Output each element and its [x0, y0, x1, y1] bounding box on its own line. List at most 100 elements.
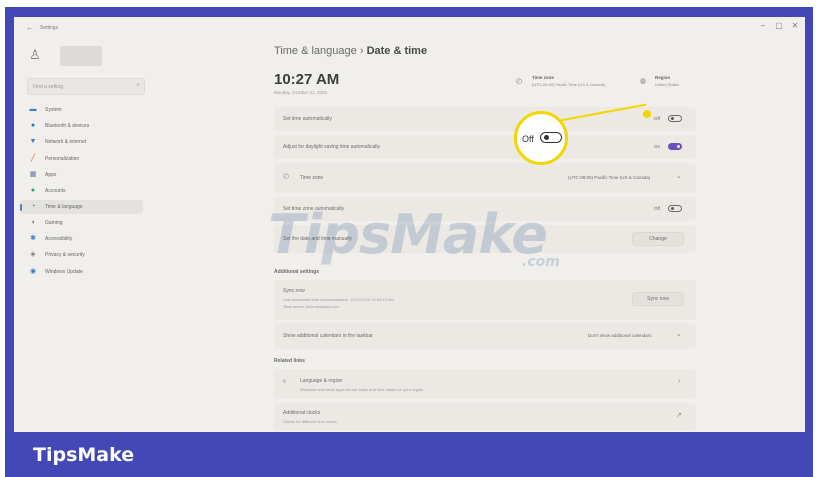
gamepad-icon: ◖ — [30, 219, 36, 226]
timezone-value: (UTC-08:00) Pacific Time (US & Canada) — [532, 82, 606, 87]
brush-icon: ╱ — [30, 155, 36, 162]
sidebar-item-accounts[interactable]: ● Accounts — [20, 184, 143, 198]
additional-clocks-label: Additional clocks — [283, 410, 321, 416]
current-date: Monday, October 31, 2022 — [274, 90, 327, 95]
search-icon: ⌕ — [136, 82, 140, 88]
page-title: Date & time — [366, 45, 428, 57]
callout-label: Off — [522, 134, 534, 144]
additional-calendars-dropdown[interactable]: Don't show additional calendars — [588, 333, 651, 338]
zoom-callout: Off — [514, 111, 568, 165]
close-button[interactable]: ✕ — [788, 21, 802, 30]
sync-now-row: Sync now Last successful time synchroniz… — [274, 280, 696, 320]
footer-brand: TipsMake — [33, 444, 135, 466]
shield-icon: ◈ — [30, 251, 36, 258]
additional-clocks-link[interactable]: Additional clocks Clocks for different t… — [274, 403, 696, 431]
footer-banner: TipsMake — [5, 432, 813, 477]
chevron-down-icon: ⌄ — [676, 331, 682, 338]
sidebar-item-gaming[interactable]: ◖ Gaming — [20, 216, 143, 230]
user-avatar-icon[interactable]: ♙ — [27, 47, 43, 63]
daylight-saving-row: Adjust for daylight saving time automati… — [274, 135, 696, 159]
set-time-automatically-label: Set time automatically — [283, 116, 332, 122]
region-value: United States — [655, 82, 680, 87]
sidebar-item-personalization[interactable]: ╱ Personalization — [20, 152, 143, 166]
watermark-text: TipsMake — [268, 203, 548, 266]
sidebar-item-label: Gaming — [45, 220, 63, 226]
sidebar-item-windows-update[interactable]: ◉ Windows Update — [20, 265, 143, 279]
language-region-link[interactable]: ᵃ Language & region Windows and some app… — [274, 369, 696, 399]
related-links-heading: Related links — [274, 358, 305, 364]
region-heading: Region — [655, 75, 671, 80]
back-arrow-icon[interactable]: ← — [26, 23, 34, 32]
set-time-automatically-row: Set time automatically Off — [274, 107, 696, 131]
breadcrumb-parent[interactable]: Time & language — [274, 45, 357, 57]
daylight-saving-label: Adjust for daylight saving time automati… — [283, 144, 380, 150]
watermark-logo: TipsMake — [268, 203, 548, 266]
sidebar-item-bluetooth[interactable]: ● Bluetooth & devices — [20, 119, 143, 133]
callout-toggle-off — [540, 132, 562, 143]
maximize-button[interactable]: ▢ — [772, 21, 786, 30]
sidebar-item-label: Network & internet — [45, 139, 87, 145]
additional-calendars-row: Show additional calendars in the taskbar… — [274, 323, 696, 349]
sidebar: ♙ Find a setting ⌕ ▬ System ● Bluetooth … — [14, 39, 149, 432]
additional-settings-heading: Additional settings — [274, 269, 319, 275]
language-region-desc: Windows and some apps format dates and t… — [300, 387, 424, 392]
toggle-state-label: Off — [654, 116, 660, 121]
time-zone-dropdown[interactable]: (UTC-08:00) Pacific Time (US & Canada) — [568, 175, 650, 180]
sidebar-item-label: Windows Update — [45, 269, 83, 275]
title-bar: ← Settings – ▢ ✕ — [14, 17, 805, 39]
language-region-label: Language & region — [300, 378, 343, 384]
language-icon: ᵃ — [283, 379, 286, 386]
person-icon: ● — [30, 187, 36, 194]
last-sync-text: Last successful time synchronization: 10… — [283, 297, 394, 302]
globe-icon: ◍ — [640, 78, 647, 85]
toggle-state-label: Off — [654, 206, 660, 211]
clock-globe-icon: ◴ — [516, 78, 523, 85]
user-name-blurred — [60, 46, 102, 66]
watermark-domain: .com — [522, 254, 560, 270]
sidebar-item-apps[interactable]: ▦ Apps — [20, 168, 143, 182]
frame-border-right — [805, 7, 813, 437]
time-zone-label: Time zone — [300, 175, 324, 181]
sync-now-button[interactable]: Sync now — [632, 292, 684, 306]
change-button[interactable]: Change — [632, 232, 684, 246]
chevron-right-icon: › — [678, 378, 681, 385]
search-input[interactable]: Find a setting ⌕ — [27, 78, 145, 95]
sidebar-item-accessibility[interactable]: ✱ Accessibility — [20, 232, 143, 246]
callout-pointer-dot — [643, 110, 651, 118]
additional-clocks-desc: Clocks for different time zones — [283, 419, 337, 424]
external-link-icon: ↗ — [676, 412, 682, 419]
current-time: 10:27 AM — [274, 71, 340, 88]
breadcrumb-separator: › — [359, 45, 364, 57]
minimize-button[interactable]: – — [756, 21, 770, 30]
clock-globe-icon: ◴ — [283, 173, 290, 180]
set-time-automatically-toggle[interactable] — [668, 115, 682, 122]
sidebar-item-label: Privacy & security — [45, 252, 85, 258]
window-title: Settings — [40, 25, 59, 31]
frame-border-top — [5, 7, 813, 17]
sidebar-item-system[interactable]: ▬ System — [20, 103, 143, 117]
set-time-zone-automatically-toggle[interactable] — [668, 205, 682, 212]
sync-now-label: Sync now — [283, 288, 305, 294]
daylight-saving-toggle[interactable] — [668, 143, 682, 150]
active-indicator — [20, 204, 22, 211]
sidebar-item-network[interactable]: ▼ Network & internet — [20, 135, 143, 149]
screenshot-frame: ← Settings – ▢ ✕ ♙ Find a setting ⌕ ▬ Sy… — [0, 0, 818, 477]
sidebar-item-label: Apps — [45, 172, 57, 178]
sidebar-item-time-language[interactable]: ◔ Time & language — [20, 200, 143, 214]
additional-calendars-label: Show additional calendars in the taskbar — [283, 333, 373, 339]
globe-clock-icon: ◔ — [30, 203, 36, 210]
update-icon: ◉ — [29, 268, 37, 275]
sidebar-item-privacy[interactable]: ◈ Privacy & security — [20, 248, 143, 262]
time-zone-row: ◴ Time zone (UTC-08:00) Pacific Time (US… — [274, 163, 696, 193]
monitor-icon: ▬ — [29, 106, 37, 113]
sidebar-item-label: Bluetooth & devices — [45, 123, 90, 129]
toggle-state-label: On — [654, 144, 661, 149]
search-placeholder: Find a setting — [33, 84, 64, 90]
accessibility-icon: ✱ — [30, 235, 36, 242]
sidebar-item-label: Accessibility — [45, 236, 73, 242]
apps-icon: ▦ — [29, 171, 37, 178]
bluetooth-icon: ● — [30, 122, 36, 129]
sidebar-item-label: Time & language — [45, 204, 83, 210]
frame-border-left — [5, 7, 14, 437]
sidebar-item-label: Personalization — [45, 156, 80, 162]
